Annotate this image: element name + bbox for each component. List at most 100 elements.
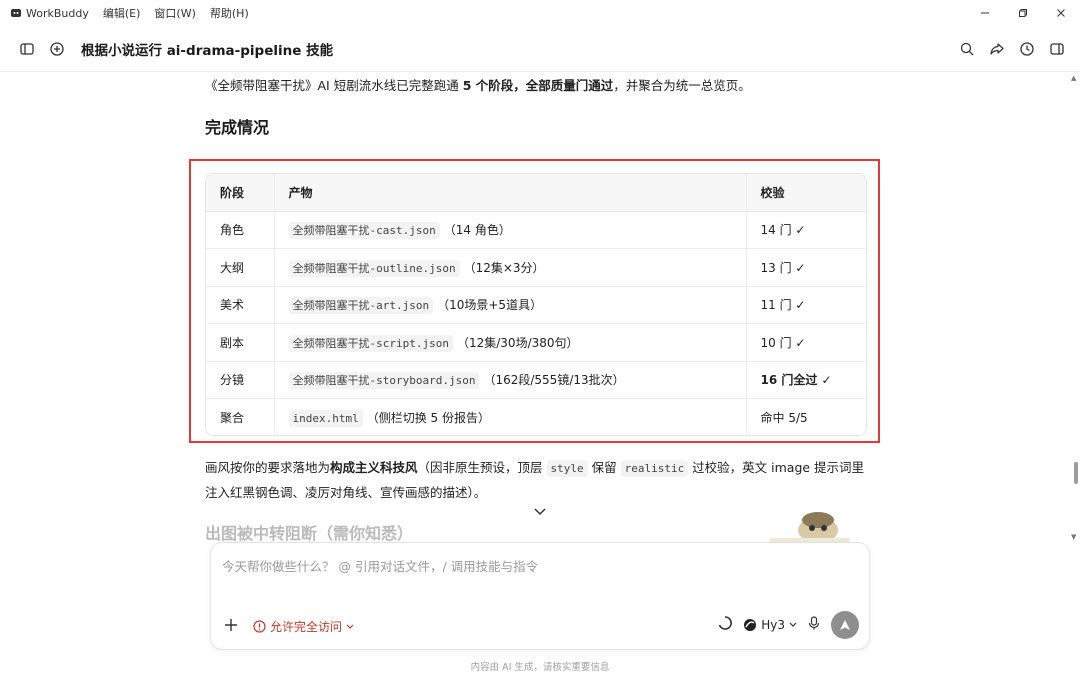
intro-bold-stages: 5 个阶段 xyxy=(462,78,514,93)
row-stage: 美术 xyxy=(206,286,275,324)
mic-icon xyxy=(808,616,820,630)
table-row: 角色 全频带阻塞干扰-cast.json （14 角色） 14 门 ✓ xyxy=(206,211,866,249)
header-check: 校验 xyxy=(746,174,866,212)
share-button[interactable] xyxy=(988,40,1006,58)
minimize-button[interactable] xyxy=(966,0,1004,26)
artifact-filename: 全频带阻塞干扰-outline.json xyxy=(288,259,460,277)
artifact-filename: 全频带阻塞干扰-cast.json xyxy=(288,222,440,240)
scroll-down-arrow[interactable]: ▼ xyxy=(1071,533,1076,541)
intro-separator: ， xyxy=(513,78,526,93)
minimize-icon xyxy=(981,12,989,14)
restore-icon xyxy=(1019,9,1027,17)
conversation-toolbar: 根据小说运行 ai-drama-pipeline 技能 xyxy=(0,26,1080,72)
style-text: （因非原生预设，顶层 xyxy=(417,460,547,475)
sidebar-toggle-button[interactable] xyxy=(18,40,36,58)
section-title: 完成情况 xyxy=(205,118,270,137)
history-icon xyxy=(1020,42,1034,56)
new-chat-icon xyxy=(50,42,64,56)
scroll-up-arrow[interactable]: ▲ xyxy=(1071,74,1076,82)
intro-paragraph: 《全频带阻塞干扰》AI 短剧流水线已完整跑通 5 个阶段，全部质量门通过，并聚合… xyxy=(205,74,865,98)
close-window-button[interactable] xyxy=(1042,0,1080,26)
artifact-filename: 全频带阻塞干扰-art.json xyxy=(288,297,434,315)
row-artifact: 全频带阻塞干扰-storyboard.json （162段/555镜/13批次） xyxy=(274,361,747,399)
search-button[interactable] xyxy=(958,40,976,58)
chevron-down-icon xyxy=(346,624,354,629)
share-icon xyxy=(990,43,1004,55)
full-access-label: 允许完全访问 xyxy=(270,620,343,634)
app-logo-icon xyxy=(11,9,21,17)
voice-input-button[interactable] xyxy=(807,615,821,635)
row-artifact: 全频带阻塞干扰-cast.json （14 角色） xyxy=(274,211,747,249)
row-check: 13 门 ✓ xyxy=(746,248,866,287)
send-icon xyxy=(840,620,850,630)
row-artifact: 全频带阻塞干扰-art.json （10场景+5道具） xyxy=(274,286,747,324)
row-stage: 分镜 xyxy=(206,361,275,399)
model-selector[interactable]: Hy3 xyxy=(743,618,797,632)
panel-icon xyxy=(1050,43,1064,55)
style-paragraph: 画风按你的要求落地为构成主义科技风（因非原生预设，顶层 style 保留 rea… xyxy=(205,456,865,505)
scrollbar-thumb[interactable] xyxy=(1074,462,1078,484)
title-bar: WorkBuddy 编辑(E) 窗口(W) 帮助(H) xyxy=(0,0,1080,26)
row-check: 命中 5/5 xyxy=(760,411,808,425)
artifact-note: （14 角色） xyxy=(443,223,511,238)
header-stage: 阶段 xyxy=(206,174,275,212)
close-icon xyxy=(1057,9,1065,17)
table-row: 大纲 全频带阻塞干扰-outline.json （12集×3分） 13 门 ✓ xyxy=(206,248,866,287)
header-artifact: 产物 xyxy=(274,174,747,212)
menu-window[interactable]: 窗口(W) xyxy=(154,5,195,21)
restore-button[interactable] xyxy=(1004,0,1042,26)
table-row: 剧本 全频带阻塞干扰-script.json （12集/30场/380句） 10 … xyxy=(206,323,866,362)
row-stage: 大纲 xyxy=(206,248,275,287)
artifact-note: （侧栏切换 5 份报告） xyxy=(366,411,490,425)
menu-help[interactable]: 帮助(H) xyxy=(210,5,249,21)
history-button[interactable] xyxy=(1018,40,1036,58)
style-bold: 构成主义科技风 xyxy=(330,460,418,475)
chevron-down-icon xyxy=(534,508,546,516)
full-access-toggle[interactable]: 允许完全访问 xyxy=(253,618,354,635)
warning-icon xyxy=(253,620,266,633)
table-row: 美术 全频带阻塞干扰-art.json （10场景+5道具） 11 门 ✓ xyxy=(206,286,866,324)
chevron-down-icon xyxy=(789,622,797,627)
artifact-filename: index.html xyxy=(288,410,363,427)
send-button[interactable] xyxy=(831,611,859,639)
row-stage: 角色 xyxy=(206,211,275,249)
model-label: Hy3 xyxy=(761,618,785,632)
new-chat-button[interactable] xyxy=(48,40,66,58)
artifact-note: （12集/30场/380句） xyxy=(456,335,579,350)
style-text: 保留 xyxy=(587,460,621,475)
add-attachment-button[interactable] xyxy=(223,617,239,637)
artifact-filename: 全频带阻塞干扰-storyboard.json xyxy=(288,372,480,390)
loading-indicator xyxy=(717,615,733,635)
message-content: 《全频带阻塞干扰》AI 短剧流水线已完整跑通 5 个阶段，全部质量门通过，并聚合… xyxy=(0,72,1080,542)
next-section-heading: 出图被中转阻断（需你知悉） xyxy=(205,524,414,542)
conversation-title: 根据小说运行 ai-drama-pipeline 技能 xyxy=(81,43,334,59)
search-icon xyxy=(960,42,974,56)
artifact-filename: 全频带阻塞干扰-script.json xyxy=(288,334,453,352)
chat-input-box[interactable]: 今天帮你做些什么？ @ 引用对话文件，/ 调用技能与指令 允许完全访问 Hy3 xyxy=(210,542,870,650)
model-logo-icon xyxy=(744,619,757,631)
intro-text-end: ，并聚合为统一总览页。 xyxy=(613,78,751,93)
row-stage: 聚合 xyxy=(206,398,275,435)
style-text: 画风按你的要求落地为 xyxy=(205,460,331,475)
row-artifact: 全频带阻塞干扰-outline.json （12集×3分） xyxy=(274,248,747,287)
style-code: realistic xyxy=(620,460,689,477)
row-check: 10 门 ✓ xyxy=(746,323,866,362)
menu-edit[interactable]: 编辑(E) xyxy=(103,5,141,21)
row-check: 16 门全过 ✓ xyxy=(746,361,866,399)
ai-disclaimer: 内容由 AI 生成，请核实重要信息 xyxy=(470,662,610,673)
intro-text: 《全频带阻塞干扰》AI 短剧流水线已完整跑通 xyxy=(205,78,463,93)
scroll-down-button[interactable] xyxy=(533,502,547,521)
app-name: WorkBuddy xyxy=(26,6,89,20)
row-artifact: index.html （侧栏切换 5 份报告） xyxy=(274,398,747,435)
table-header-row: 阶段 产物 校验 xyxy=(206,174,866,212)
row-check: 14 门 ✓ xyxy=(746,211,866,249)
table-row: 分镜 全频带阻塞干扰-storyboard.json （162段/555镜/13批… xyxy=(206,361,866,399)
row-artifact: 全频带阻塞干扰-script.json （12集/30场/380句） xyxy=(274,323,747,362)
plus-icon xyxy=(225,619,237,631)
panel-button[interactable] xyxy=(1048,40,1066,58)
row-check: 11 门 ✓ xyxy=(746,286,866,324)
loading-icon xyxy=(718,616,733,630)
style-code: style xyxy=(546,460,588,477)
chat-input-placeholder[interactable]: 今天帮你做些什么？ @ 引用对话文件，/ 调用技能与指令 xyxy=(222,556,538,575)
artifact-note: （10场景+5道具） xyxy=(437,298,543,313)
